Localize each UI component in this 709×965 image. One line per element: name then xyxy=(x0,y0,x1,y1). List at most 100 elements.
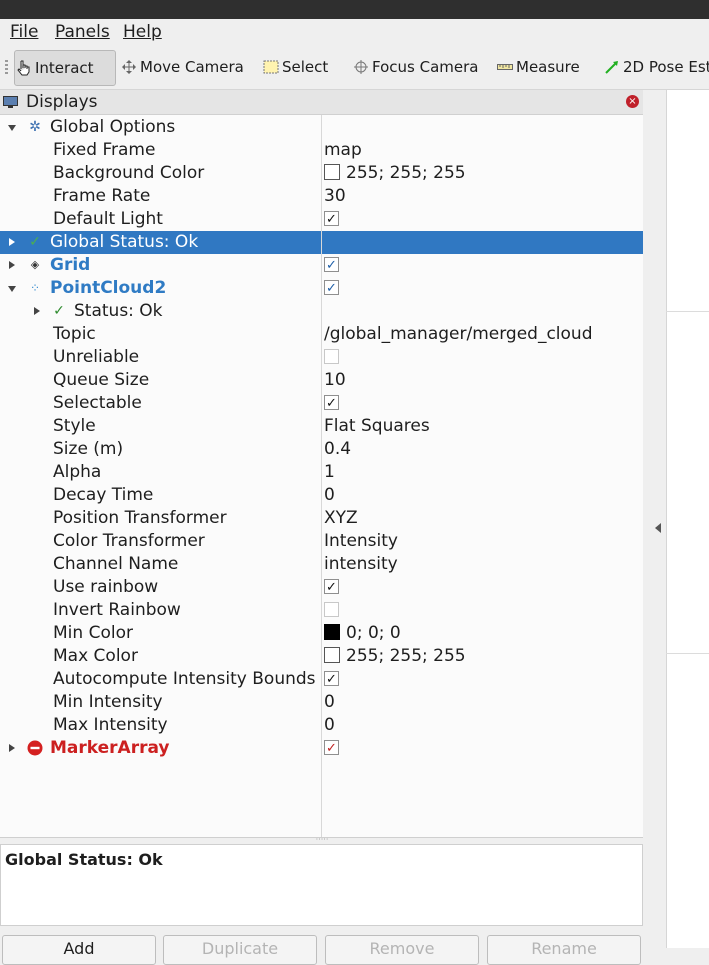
property-value[interactable]: 255; 255; 255 xyxy=(324,646,466,666)
tree-label: MarkerArray xyxy=(50,738,170,758)
property-value[interactable]: 0.4 xyxy=(324,439,351,459)
add-button[interactable]: Add xyxy=(2,935,156,965)
expand-arrow-icon[interactable] xyxy=(9,238,15,246)
menu-panels[interactable]: Panels xyxy=(55,22,110,42)
move-camera-tool-button[interactable]: Move Camera xyxy=(120,50,244,84)
displays-panel-title: Displays xyxy=(26,92,98,112)
property-label: Use rainbow xyxy=(53,577,159,597)
grid-icon: ◈ xyxy=(30,258,40,271)
color-value-text: 255; 255; 255 xyxy=(346,646,466,666)
invert-rainbow-checkbox[interactable] xyxy=(324,602,339,617)
render-view[interactable] xyxy=(666,90,709,948)
pose-estimate-tool-label: 2D Pose Esti xyxy=(623,58,709,76)
autocompute-bounds-checkbox[interactable]: ✓ xyxy=(324,671,339,687)
interact-tool-label: Interact xyxy=(35,59,94,77)
hand-pointer-icon xyxy=(15,59,33,77)
color-swatch xyxy=(324,624,340,640)
property-value[interactable]: 1 xyxy=(324,462,335,482)
measure-tool-button[interactable]: Measure xyxy=(496,50,580,84)
grid-enabled-checkbox[interactable]: ✓ xyxy=(324,257,339,273)
property-label: Background Color xyxy=(53,163,205,183)
focus-camera-tool-button[interactable]: Focus Camera xyxy=(352,50,478,84)
checkmark-icon: ✓ xyxy=(29,234,41,250)
property-value[interactable]: XYZ xyxy=(324,508,358,528)
selection-box-icon xyxy=(262,58,280,76)
menu-file[interactable]: File xyxy=(10,22,38,42)
toolbar-grip-handle[interactable] xyxy=(5,60,8,74)
tree-label: Global Status: Ok xyxy=(50,232,199,252)
default-light-checkbox[interactable]: ✓ xyxy=(324,211,339,227)
property-value[interactable]: map xyxy=(324,140,362,160)
property-value[interactable]: 0; 0; 0 xyxy=(324,623,401,643)
expand-arrow-icon[interactable] xyxy=(9,261,15,269)
property-value[interactable]: 255; 255; 255 xyxy=(324,163,466,183)
property-value[interactable]: intensity xyxy=(324,554,398,574)
remove-button[interactable]: Remove xyxy=(325,935,479,965)
property-label: Fixed Frame xyxy=(53,140,156,160)
green-arrow-icon xyxy=(603,58,621,76)
property-label: Selectable xyxy=(53,393,142,413)
expand-arrow-icon[interactable] xyxy=(9,744,15,752)
property-label: Channel Name xyxy=(53,554,179,574)
view-divider-line xyxy=(666,311,709,312)
tool-bar: Interact Move Camera Select Focus Camera… xyxy=(0,45,709,90)
window-titlebar xyxy=(0,0,709,19)
property-label: Unreliable xyxy=(53,347,140,367)
collapse-left-icon[interactable] xyxy=(655,523,661,533)
use-rainbow-checkbox[interactable]: ✓ xyxy=(324,579,339,595)
menu-help[interactable]: Help xyxy=(123,22,162,42)
error-icon xyxy=(27,739,43,757)
property-label: Color Transformer xyxy=(53,531,205,551)
duplicate-button[interactable]: Duplicate xyxy=(163,935,317,965)
property-value[interactable]: 0 xyxy=(324,692,335,712)
property-value[interactable]: 0 xyxy=(324,485,335,505)
view-divider-line xyxy=(666,653,709,654)
property-label: Style xyxy=(53,416,96,436)
crosshair-icon xyxy=(352,58,370,76)
property-label: Min Color xyxy=(53,623,133,643)
property-label: Autocompute Intensity Bounds xyxy=(53,669,316,689)
property-label: Queue Size xyxy=(53,370,150,390)
measure-tool-label: Measure xyxy=(516,58,580,76)
rename-button[interactable]: Rename xyxy=(487,935,641,965)
checkmark-icon: ✓ xyxy=(53,303,65,319)
pose-estimate-tool-button[interactable]: 2D Pose Esti xyxy=(603,50,709,84)
gear-icon: ✲ xyxy=(29,119,41,135)
select-tool-button[interactable]: Select xyxy=(262,50,328,84)
color-value-text: 255; 255; 255 xyxy=(346,163,466,183)
duplicate-button-label: Duplicate xyxy=(201,939,279,958)
focus-camera-tool-label: Focus Camera xyxy=(372,58,479,76)
status-description-box: Global Status: Ok xyxy=(0,844,643,926)
tree-label: PointCloud2 xyxy=(50,278,167,298)
property-value[interactable]: Flat Squares xyxy=(324,416,430,436)
expand-arrow-icon[interactable] xyxy=(8,125,16,131)
property-label: Position Transformer xyxy=(53,508,227,528)
property-value[interactable]: /global_manager/merged_cloud xyxy=(324,324,593,344)
property-label: Decay Time xyxy=(53,485,154,505)
move-camera-tool-label: Move Camera xyxy=(140,58,244,76)
property-value[interactable]: Intensity xyxy=(324,531,398,551)
property-value[interactable]: 30 xyxy=(324,186,346,206)
property-label: Default Light xyxy=(53,209,163,229)
column-divider[interactable] xyxy=(321,115,322,837)
resize-handle[interactable]: ····· xyxy=(315,836,329,844)
menu-help-label: Help xyxy=(123,22,162,42)
status-description-text: Global Status: Ok xyxy=(5,850,163,869)
panel-splitter[interactable] xyxy=(643,90,665,948)
pointcloud2-enabled-checkbox[interactable]: ✓ xyxy=(324,280,339,296)
expand-arrow-icon[interactable] xyxy=(8,286,16,292)
monitor-icon xyxy=(3,94,18,108)
interact-tool-button[interactable]: Interact xyxy=(14,50,116,86)
select-tool-label: Select xyxy=(282,58,329,76)
property-value[interactable]: 0 xyxy=(324,715,335,735)
pointcloud-icon: ⁘ xyxy=(29,281,41,295)
close-panel-icon[interactable]: × xyxy=(626,95,639,108)
expand-arrow-icon[interactable] xyxy=(34,307,40,315)
property-value[interactable]: 10 xyxy=(324,370,346,390)
selectable-checkbox[interactable]: ✓ xyxy=(324,395,339,411)
unreliable-checkbox[interactable] xyxy=(324,349,339,364)
markerarray-enabled-checkbox[interactable]: ✓ xyxy=(324,740,339,756)
remove-button-label: Remove xyxy=(369,939,435,958)
property-label: Max Intensity xyxy=(53,715,168,735)
color-swatch xyxy=(324,164,340,180)
